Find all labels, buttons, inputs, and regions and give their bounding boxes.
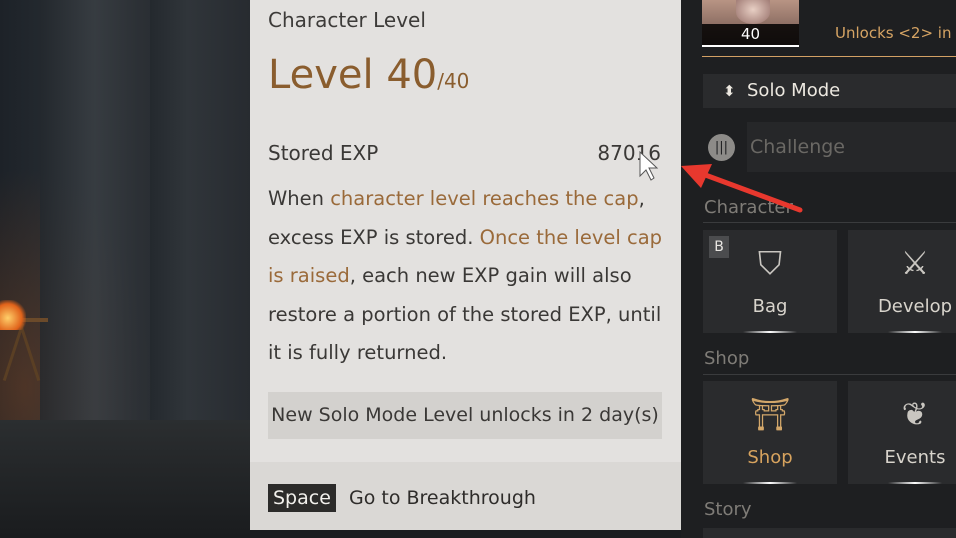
tooltip-title: Character Level (268, 8, 426, 32)
space-key-hint[interactable]: Space (268, 484, 336, 512)
desc-highlight-1: character level reaches the cap (330, 187, 639, 210)
level-prefix: Level (268, 52, 387, 98)
develop-tile[interactable]: ⚔ Develop (848, 230, 956, 333)
sword-icon: ⚔ (900, 244, 930, 282)
section-divider (703, 222, 956, 223)
challenge-input[interactable]: Challenge (747, 122, 956, 172)
brazier-fire (0, 300, 26, 330)
go-to-breakthrough-action[interactable]: Go to Breakthrough (349, 484, 536, 512)
unlock-hint: Unlocks <2> in I (835, 24, 956, 42)
exp-description: When character level reaches the cap, ex… (268, 180, 663, 373)
ground (0, 420, 250, 538)
character-level-tooltip: Character Level Level 40/40 Stored EXP 8… (250, 0, 681, 530)
exp-bar (702, 45, 799, 47)
tile-glow (888, 331, 942, 333)
stone-pillar (40, 0, 150, 440)
level-display: Level 40/40 (268, 52, 469, 98)
section-divider (703, 374, 956, 375)
shop-tile[interactable]: ⛩ Shop (703, 381, 837, 484)
bag-tile[interactable]: B ⛉ Bag (703, 230, 837, 333)
shop-label: Shop (747, 447, 793, 468)
portrait-level: 40 (702, 24, 799, 45)
stored-exp-value: 87016 (597, 141, 661, 165)
events-tile[interactable]: ❦ Events (848, 381, 956, 484)
bag-label: Bag (752, 296, 788, 317)
section-shop-title: Shop (704, 348, 750, 369)
background-scene (0, 0, 250, 538)
desc-text-1: When (268, 187, 331, 210)
develop-label: Develop (877, 296, 953, 317)
divider (702, 56, 956, 57)
tile-glow (743, 482, 797, 484)
bag-icon: ⛉ (757, 244, 782, 282)
stored-exp-label: Stored EXP (268, 141, 379, 165)
section-character-title: Character (704, 197, 793, 218)
story-tile[interactable] (703, 528, 956, 538)
solo-mode-unlock-notice: New Solo Mode Level unlocks in 2 day(s) (268, 392, 662, 439)
bird-icon: ❦ (901, 395, 929, 433)
right-sidebar: 40 Unlocks <2> in I ⬍ Solo Mode ||| Chal… (681, 0, 956, 538)
section-story-title: Story (704, 499, 752, 520)
shop-icon: ⛩ (749, 395, 791, 433)
solo-mode-label: Solo Mode (747, 80, 841, 101)
tile-glow (888, 482, 942, 484)
voice-icon[interactable]: ||| (708, 134, 735, 161)
swap-icon: ⬍ (723, 82, 736, 100)
solo-mode-button[interactable]: ⬍ Solo Mode (703, 74, 956, 108)
tile-glow (743, 331, 797, 333)
level-cap: /40 (437, 69, 470, 93)
level-current: 40 (386, 52, 438, 98)
events-label: Events (884, 447, 946, 468)
character-portrait[interactable]: 40 (702, 0, 799, 45)
